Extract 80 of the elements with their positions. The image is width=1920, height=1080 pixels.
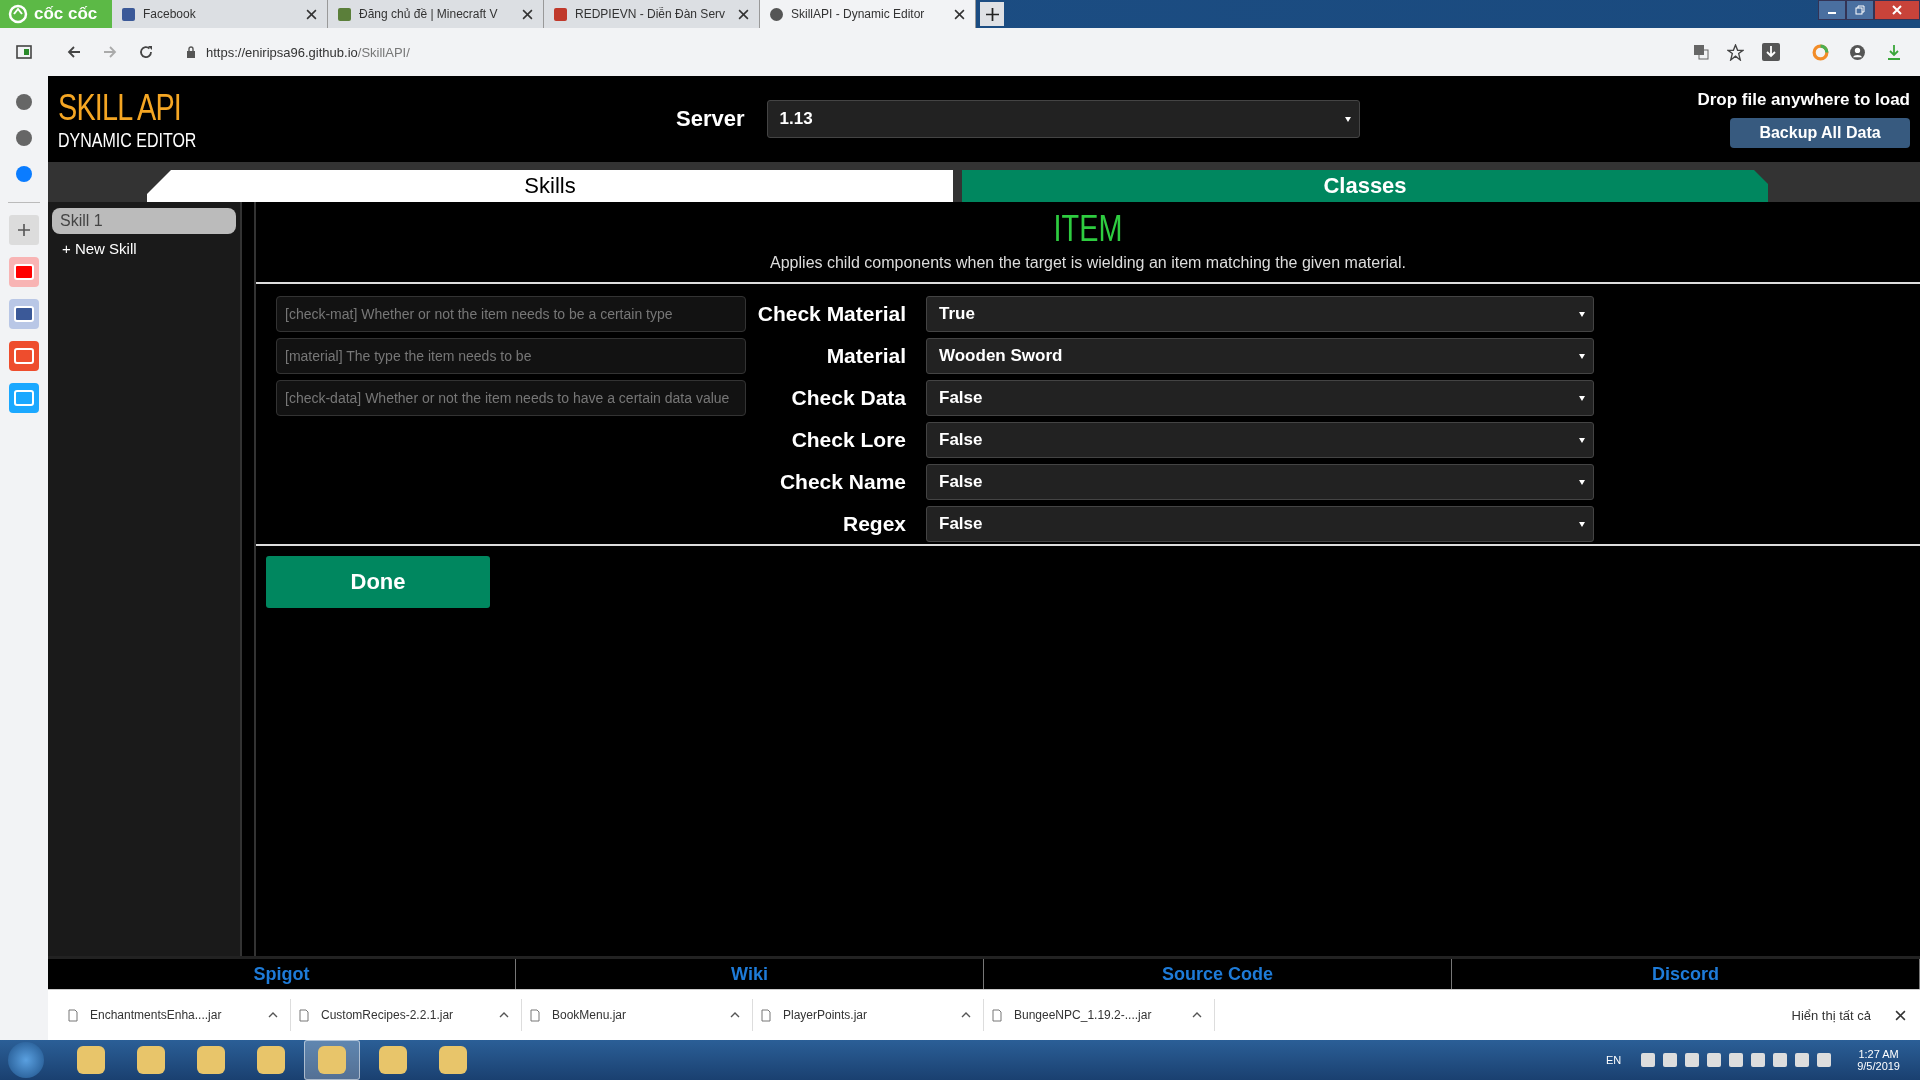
- drop-hint: Drop file anywhere to load: [1697, 90, 1910, 110]
- field-label: Check Material: [757, 302, 906, 326]
- server-dropdown[interactable]: 1.13: [766, 100, 1360, 138]
- file-icon: [68, 1008, 78, 1022]
- browser-name: cốc cốc: [34, 4, 98, 24]
- done-button[interactable]: Done: [266, 556, 490, 608]
- file-icon: [530, 1008, 540, 1022]
- site-icon: [338, 7, 351, 21]
- site-icon: [554, 7, 567, 21]
- field-label: Check Name: [779, 470, 906, 494]
- new-skill-link[interactable]: + New Skill: [52, 240, 236, 257]
- editor-tab[interactable]: Skills: [147, 170, 953, 202]
- star-icon[interactable]: [1727, 43, 1744, 61]
- file-icon: [299, 1008, 309, 1022]
- clock-date: 9/5/2019: [1857, 1060, 1900, 1072]
- chevron-up-icon[interactable]: [1192, 1012, 1202, 1018]
- site-icon: [122, 7, 135, 21]
- chevron-up-icon[interactable]: [268, 1012, 278, 1018]
- chevron-up-icon[interactable]: [730, 1012, 740, 1018]
- tooltip: [material] The type the item needs to be: [276, 338, 746, 374]
- browser-tab[interactable]: SkillAPI - Dynamic Editor: [760, 0, 976, 28]
- download-arrow-icon[interactable]: [1886, 44, 1902, 60]
- value-dropdown[interactable]: False: [926, 380, 1594, 416]
- field-label: Check Data: [791, 386, 906, 410]
- language-indicator[interactable]: EN: [1605, 1054, 1622, 1066]
- value-dropdown[interactable]: False: [926, 422, 1594, 458]
- account-icon[interactable]: [1849, 43, 1866, 61]
- close-icon[interactable]: [306, 8, 317, 20]
- close-icon[interactable]: [738, 8, 749, 20]
- download-item[interactable]: PlayerPoints.jar: [761, 999, 984, 1031]
- value-dropdown[interactable]: False: [926, 506, 1594, 542]
- field-label: Material: [826, 344, 906, 368]
- site-icon: [770, 7, 783, 21]
- start-button[interactable]: [8, 1042, 44, 1078]
- close-icon[interactable]: [522, 8, 533, 20]
- value-dropdown[interactable]: Wooden Sword: [926, 338, 1594, 374]
- download-item[interactable]: BookMenu.jar: [530, 999, 753, 1031]
- chevron-up-icon[interactable]: [499, 1012, 509, 1018]
- plus-icon: [985, 7, 999, 21]
- reload-icon[interactable]: [138, 44, 154, 60]
- browser-tab[interactable]: Facebook: [112, 0, 328, 28]
- clock-time: 1:27 AM: [1858, 1048, 1899, 1060]
- browser-tab[interactable]: Đăng chủ đề | Minecraft V: [328, 0, 544, 28]
- chevron-up-icon[interactable]: [961, 1012, 971, 1018]
- tooltip: [check-mat] Whether or not the item needs to be a certain type: [276, 296, 746, 332]
- new-tab-button[interactable]: [980, 2, 1004, 26]
- browser-tab[interactable]: REDPIEVN - Diễn Đàn Serv: [544, 0, 760, 28]
- close-icon[interactable]: [954, 8, 965, 20]
- restore-button[interactable]: [1846, 0, 1874, 20]
- add-icon[interactable]: [9, 215, 39, 245]
- download-item[interactable]: EnchantmentsEnha....jar: [68, 999, 291, 1031]
- show-all-link[interactable]: Hiển thị tất cả: [1791, 1007, 1871, 1023]
- download-item[interactable]: BungeeNPC_1.19.2-....jar: [992, 999, 1215, 1031]
- minimize-icon: [1828, 12, 1836, 14]
- lock-icon: [186, 46, 196, 58]
- minimize-button[interactable]: [1818, 0, 1846, 20]
- field-label: Check Lore: [791, 428, 906, 452]
- editor-tab[interactable]: Classes: [962, 170, 1768, 202]
- back-icon[interactable]: [66, 44, 82, 60]
- server-label: Server: [676, 106, 745, 132]
- file-icon: [992, 1008, 1002, 1022]
- file-icon: [761, 1008, 771, 1022]
- value-dropdown[interactable]: False: [926, 464, 1594, 500]
- restore-icon: [1855, 5, 1865, 15]
- app-subtitle: DYNAMIC EDITOR: [58, 128, 198, 152]
- close-icon: [1892, 5, 1902, 15]
- component-description: Applies child components when the target is wielding an item matching the given material.: [769, 254, 1407, 272]
- close-button[interactable]: [1874, 0, 1920, 20]
- sidebar-toggle-icon[interactable]: [16, 45, 32, 59]
- translate-icon[interactable]: [1693, 44, 1709, 60]
- app-title: SKILL API: [58, 86, 182, 129]
- download-item[interactable]: CustomRecipes-2.2.1.jar: [299, 999, 522, 1031]
- skill-item[interactable]: Skill 1: [52, 208, 236, 234]
- download-icon[interactable]: [1762, 43, 1780, 61]
- value-dropdown[interactable]: True: [926, 296, 1594, 332]
- close-icon[interactable]: [1895, 1009, 1906, 1021]
- component-title: ITEM: [1052, 208, 1124, 250]
- backup-button[interactable]: Backup All Data: [1730, 118, 1910, 148]
- field-label: Regex: [842, 512, 906, 536]
- tooltip: [check-data] Whether or not the item needs to have a certain data value: [276, 380, 746, 416]
